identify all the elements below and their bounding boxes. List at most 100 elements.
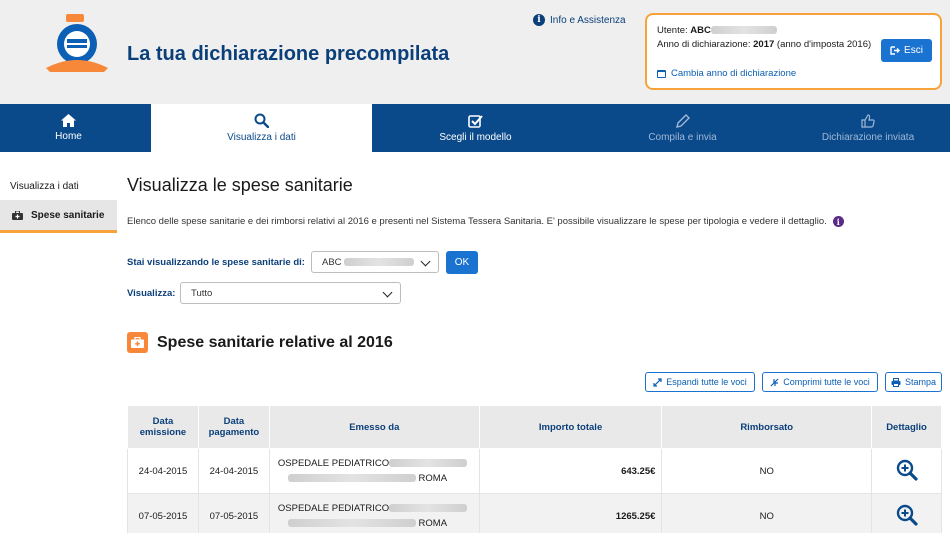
info-icon[interactable]: i (832, 216, 844, 227)
redacted-name (710, 26, 777, 35)
cell-rimborsato: NO (661, 493, 873, 533)
info-assistenza-label: Info e Assistenza (550, 14, 626, 26)
nav-label-scegli-modello: Scegli il modello (439, 131, 512, 143)
view-dropdown[interactable]: Tutto (180, 282, 401, 304)
esci-button[interactable]: Esci (881, 39, 932, 62)
expand-all-button[interactable]: Espandi tutte le voci (645, 372, 755, 392)
print-label: Stampa (904, 377, 937, 387)
description-text: Elenco delle spese sanitarie e dei rimbo… (127, 216, 827, 227)
calendar-icon (657, 69, 666, 78)
emesso-line2: ROMA (418, 518, 448, 529)
sidebar-item-spese-sanitarie[interactable]: Spese sanitarie (0, 200, 117, 233)
select-person-value: ABC (322, 256, 342, 268)
nav-label-home: Home (55, 131, 82, 142)
nav-item-scegli-modello[interactable]: Scegli il modello (372, 104, 579, 152)
col-data-pagamento-line2: pagamento (208, 427, 260, 438)
emesso-line2: ROMA (418, 473, 448, 484)
col-data-emissione-line2: emissione (139, 427, 187, 438)
col-data-emissione: Data emissione (127, 405, 199, 449)
cambia-anno-label: Cambia anno di dichiarazione (671, 68, 797, 79)
col-data-pagamento-line1: Data (223, 416, 245, 427)
collapse-all-button[interactable]: Comprimi tutte le voci (762, 372, 878, 392)
sidebar-title: Visualizza i dati (10, 181, 79, 192)
cell-dettaglio (871, 448, 942, 494)
anno-label: Anno di dichiarazione: (657, 39, 751, 50)
app-title: La tua dichiarazione precompilata (127, 43, 450, 65)
print-button[interactable]: Stampa (885, 372, 942, 392)
medical-kit-icon (127, 332, 148, 353)
view-label: Visualizza: (127, 288, 176, 299)
anno-suffix: (anno d'imposta 2016) (776, 39, 872, 50)
cell-data-pagamento: 07-05-2015 (197, 493, 270, 533)
expenses-table: Data emissione Data pagamento Emesso da … (127, 405, 942, 533)
cell-data-pagamento: 24-04-2015 (197, 448, 270, 494)
redacted-text (287, 519, 416, 528)
anno-value: 2017 (753, 39, 775, 50)
cell-dettaglio (871, 493, 942, 533)
nav-label-compila-invia: Compila e invia (648, 131, 717, 143)
col-dettaglio: Dettaglio (871, 405, 942, 449)
col-rimborsato: Rimborsato (661, 405, 873, 449)
nav-item-home[interactable]: Home (0, 104, 137, 152)
user-line: Utente: ABC (657, 25, 930, 36)
home-icon (61, 114, 76, 127)
header: La tua dichiarazione precompilata i Info… (0, 0, 950, 104)
nav-label-visualizza: Visualizza i dati (227, 132, 296, 143)
page-description: Elenco delle spese sanitarie e dei rimbo… (127, 216, 844, 227)
chevron-down-icon (420, 256, 431, 267)
nav-item-visualizza[interactable]: Visualizza i dati (151, 104, 372, 152)
redacted-text (389, 459, 468, 468)
info-icon: i (533, 14, 545, 26)
select-person-dropdown[interactable]: ABC (311, 251, 439, 273)
cell-emesso-da: OSPEDALE PEDIATRICO ROMA (268, 448, 480, 494)
redacted-text (389, 504, 468, 513)
nav-item-compila-invia: Compila e invia (579, 104, 786, 152)
page-title: Visualizza le spese sanitarie (127, 175, 353, 195)
redacted-text (287, 474, 416, 483)
expand-icon (653, 377, 662, 387)
user-value: ABC (690, 25, 711, 36)
user-label: Utente: (657, 25, 688, 36)
checkbox-icon (468, 114, 483, 128)
section-title-text: Spese sanitarie relative al 2016 (157, 333, 393, 351)
chevron-down-icon (382, 287, 393, 298)
section-title: Spese sanitarie relative al 2016 (127, 332, 393, 353)
table-row: 07-05-2015 07-05-2015 OSPEDALE PEDIATRIC… (127, 493, 942, 533)
col-data-emissione-line1: Data (152, 416, 174, 427)
user-box: Utente: ABC Anno di dichiarazione: 2017 … (645, 13, 942, 90)
nav-label-dichiarazione-inviata: Dichiarazione inviata (821, 131, 915, 143)
expand-all-label: Espandi tutte le voci (666, 377, 747, 387)
cell-rimborsato: NO (661, 448, 873, 494)
select-person-label: Stai visualizzando le spese sanitarie di… (127, 257, 305, 268)
cell-emesso-da: OSPEDALE PEDIATRICO ROMA (268, 493, 480, 533)
col-data-pagamento: Data pagamento (197, 405, 270, 449)
cell-data-emissione: 24-04-2015 (127, 448, 199, 494)
cambia-anno-link[interactable]: Cambia anno di dichiarazione (657, 68, 796, 79)
cell-importo: 1265.25€ (478, 493, 663, 533)
zoom-in-icon[interactable] (896, 459, 918, 481)
collapse-all-label: Comprimi tutte le voci (783, 377, 870, 387)
esci-label: Esci (904, 45, 923, 56)
sidebar: Visualizza i dati Spese sanitarie (0, 175, 117, 233)
table-row: 24-04-2015 24-04-2015 OSPEDALE PEDIATRIC… (127, 448, 942, 494)
col-emesso-da: Emesso da (268, 405, 480, 449)
cell-data-emissione: 07-05-2015 (127, 493, 199, 533)
pencil-icon (675, 113, 690, 128)
main-nav: Home Visualizza i dati Scegli il modello… (0, 104, 950, 152)
logout-icon (890, 46, 901, 55)
cell-importo: 643.25€ (478, 448, 663, 494)
printer-icon (891, 377, 901, 387)
thumbs-up-icon (861, 113, 875, 128)
view-value: Tutto (191, 287, 213, 299)
zoom-in-icon[interactable] (896, 504, 918, 526)
search-icon (254, 113, 269, 128)
ok-button[interactable]: OK (446, 251, 478, 274)
agenzia-entrate-logo (46, 14, 108, 72)
info-assistenza-link[interactable]: i Info e Assistenza (533, 14, 626, 26)
col-importo: Importo totale (478, 405, 663, 449)
emesso-line1: OSPEDALE PEDIATRICO (277, 503, 390, 514)
table-header-row: Data emissione Data pagamento Emesso da … (127, 405, 942, 449)
nav-item-dichiarazione-inviata: Dichiarazione inviata (786, 104, 950, 152)
redacted-name (343, 258, 414, 266)
compress-icon (770, 378, 779, 386)
